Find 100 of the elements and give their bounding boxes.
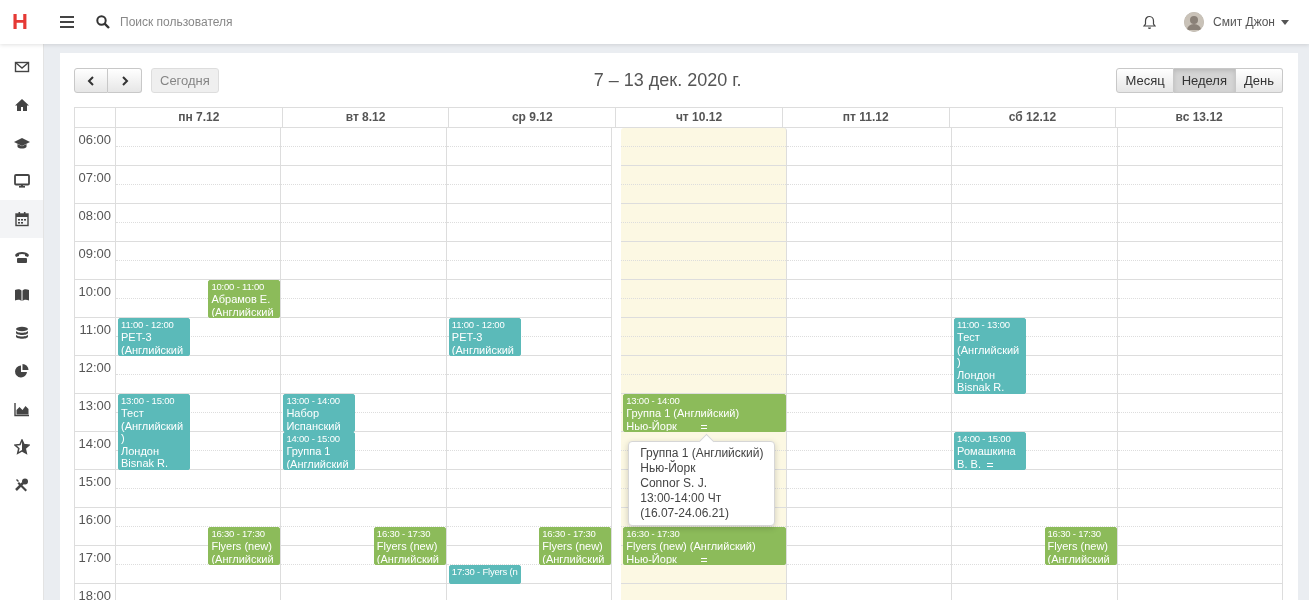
area-chart-icon <box>13 401 30 417</box>
popover-line: Группа 1 (Английский) <box>640 446 764 461</box>
graduation-cap-icon <box>13 135 30 151</box>
calendar-event[interactable]: 16:30 - 17:30 Flyers (new) (Английский) Нью-Йорк <box>623 527 786 565</box>
day-header: чт 10.12 <box>616 108 783 127</box>
calendar-event[interactable]: 11:00 - 12:00 PET-3 (Английский <box>448 318 521 356</box>
calendar-event[interactable]: 17:30 - Flyers (n <box>448 565 521 584</box>
event-text: Набор <box>286 407 320 420</box>
hour-label: 16:00 <box>78 512 111 527</box>
event-time: 16:30 - 17:30 <box>626 528 680 540</box>
hour-label: 17:00 <box>78 550 111 565</box>
user-avatar[interactable] <box>1184 12 1205 32</box>
event-text: (Английский <box>121 343 184 355</box>
hour-label: 14:00 <box>78 436 111 451</box>
event-text: В. В. <box>957 457 981 469</box>
star-icon <box>13 439 30 455</box>
hour-label: 11:00 <box>79 322 111 337</box>
calendar-event[interactable]: 16:30 - 17:30 Flyers (new) (Английский <box>373 527 446 565</box>
event-text: Лондон <box>957 368 996 381</box>
calendar-event[interactable]: 13:00 - 14:00 Набор Испанский <box>283 394 356 432</box>
calendar-event[interactable]: 16:30 - 17:30 Flyers (new) (Английский <box>539 527 612 565</box>
day-header: вс 13.12 <box>1174 109 1224 126</box>
event-time: 14:00 - 15:00 <box>286 433 340 445</box>
event-time: 17:30 - Flyers (n <box>451 566 518 578</box>
resize-handle-icon[interactable] <box>987 463 994 467</box>
hour-label: 12:00 <box>78 360 111 375</box>
event-text: Нью-Йорк <box>626 552 677 564</box>
hour-label: 07:00 <box>78 170 111 185</box>
event-text: Flyers (new) <box>1047 540 1109 553</box>
home-icon <box>13 97 30 113</box>
event-text: (Английский <box>376 552 439 564</box>
event-time: 16:30 - 17:30 <box>211 528 265 540</box>
popover-line: Нью-Йорк <box>640 461 697 476</box>
next-button[interactable] <box>108 68 142 93</box>
hour-label: 10:00 <box>78 284 111 299</box>
chevron-left-icon <box>87 75 95 86</box>
event-time: 11:00 - 13:00 <box>957 319 1010 331</box>
event-text: Абрамов Е. <box>211 293 271 306</box>
sidebar-item[interactable] <box>0 200 43 238</box>
calendar-event[interactable]: 14:00 - 15:00 Группа 1 (Английский <box>283 432 356 470</box>
calendar-event[interactable]: 11:00 - 12:00 PET-3 (Английский <box>118 318 190 356</box>
search-icon <box>96 15 110 29</box>
event-text: (Английский <box>121 419 184 432</box>
event-text: Испанский <box>286 419 341 431</box>
event-text: Тест <box>957 331 980 344</box>
popover-line: Connor S. J. <box>640 476 708 491</box>
event-text: ) <box>957 356 961 369</box>
view-tab[interactable]: День <box>1236 68 1283 93</box>
event-text: (Английский <box>211 552 274 564</box>
hour-label: 06:00 <box>78 132 111 147</box>
event-time: 13:00 - 14:00 <box>286 395 340 407</box>
calendar-event[interactable]: 16:30 - 17:30 Flyers (new) (Английский <box>208 527 281 565</box>
view-tab[interactable]: Месяц <box>1116 68 1174 93</box>
event-text: ) <box>121 432 125 445</box>
event-time: 13:00 - 15:00 <box>121 395 175 407</box>
prev-button[interactable] <box>74 68 108 93</box>
event-text: Bisnak R. <box>957 381 1005 393</box>
resize-handle-icon[interactable] <box>701 558 708 562</box>
event-time: 11:00 - 12:00 <box>451 319 505 331</box>
book-icon <box>13 287 30 303</box>
menu-icon[interactable] <box>60 16 74 28</box>
tools-icon <box>13 477 30 493</box>
day-header: пн 7.12 <box>116 108 283 127</box>
event-text: (Английский <box>542 552 605 564</box>
resize-handle-icon[interactable] <box>701 425 708 429</box>
event-text: (Английский <box>451 343 514 355</box>
bell-icon[interactable] <box>1143 14 1157 30</box>
calendar-event[interactable]: 14:00 - 15:00 Ромашкина В. В. <box>954 432 1027 470</box>
calendar-event[interactable]: 13:00 - 14:00 Группа 1 (Английский) Нью-Йорк <box>623 394 786 432</box>
event-text: Лондон <box>121 444 160 457</box>
event-time: 16:30 - 17:30 <box>1047 528 1101 540</box>
monitor-icon <box>13 173 30 189</box>
popover-line: 13:00-14:00 Чт <box>640 491 723 506</box>
event-text: (Английский <box>211 305 274 317</box>
event-time: 16:30 - 17:30 <box>376 528 431 540</box>
event-text: Нью-Йорк <box>626 419 677 431</box>
event-text: Тест <box>121 407 144 420</box>
calendar-event[interactable]: 11:00 - 13:00 Тест (Английский ) Лондон Bisnak R. <box>954 318 1027 394</box>
event-text: (Английский <box>957 343 1020 356</box>
hour-label: 13:00 <box>78 398 111 413</box>
event-text: Группа 1 <box>286 445 331 458</box>
event-text: Flyers (new) <box>542 540 603 553</box>
event-text: Flyers (new) (Английский) <box>626 540 756 553</box>
calendar-event[interactable]: 10:00 - 11:00 Абрамов Е. (Английский <box>208 280 281 318</box>
day-header: ср 9.12 <box>449 108 617 127</box>
event-time: 11:00 - 12:00 <box>121 319 174 331</box>
calendar-event[interactable]: 16:30 - 17:30 Flyers (new) (Английский <box>1044 527 1117 565</box>
hour-label: 08:00 <box>78 208 111 223</box>
user-menu[interactable]: Смит Джон <box>1213 15 1289 29</box>
calendar-icon <box>13 211 30 227</box>
calendar-event[interactable]: 13:00 - 15:00 Тест (Английский ) Лондон Bisnak R. <box>118 394 190 470</box>
view-tab[interactable]: Неделя <box>1173 68 1236 93</box>
event-text: Группа 1 (Английский) <box>626 407 740 420</box>
event-text: Bisnak R. <box>121 457 169 469</box>
event-time: 16:30 - 17:30 <box>542 528 596 540</box>
app-logo[interactable]: H <box>12 11 32 33</box>
hour-label: 09:00 <box>78 246 111 261</box>
caret-icon <box>1281 19 1289 25</box>
coins-icon <box>13 325 30 341</box>
day-header: сб 12.12 <box>949 108 1117 127</box>
